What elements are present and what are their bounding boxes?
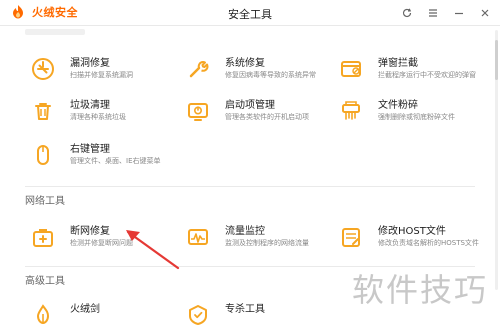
- tool-startup-manage[interactable]: 启动项管理 管理各类软件的开机启动项: [185, 94, 335, 134]
- wrench-icon: [189, 61, 209, 78]
- bug-shield-icon: [32, 58, 54, 80]
- app-window: 火绒安全 安全工具 漏洞修复 扫描并修复系统漏洞 系统修复 修复因病毒等导致的系…: [0, 0, 500, 329]
- section-title-advanced: 高级工具: [25, 276, 65, 287]
- tool-row: 漏洞修复 扫描并修复系统漏洞 系统修复 修复因病毒等导致的系统异常 弹窗拦截 拦…: [0, 52, 500, 96]
- section-title-system-partial: [25, 29, 85, 35]
- tool-row: 右键管理 管理文件、桌面、IE右键菜单: [0, 138, 500, 182]
- tool-desc: 修改负责域名解析的HOSTS文件: [378, 239, 479, 247]
- shredder-icon: [342, 101, 360, 120]
- tool-traffic-monitor[interactable]: 流量监控 监测及控制程序的网络流量: [185, 220, 335, 260]
- tool-title: 垃圾清理: [70, 100, 110, 111]
- tool-context-menu[interactable]: 右键管理 管理文件、桌面、IE右键菜单: [30, 138, 180, 178]
- tool-desc: 强制删除或彻底粉碎文件: [378, 113, 455, 121]
- titlebar: 火绒安全 安全工具: [0, 0, 500, 26]
- tool-title: 启动项管理: [225, 100, 275, 111]
- tool-desc: 检测并修复断网问题: [70, 239, 133, 247]
- tool-popup-block[interactable]: 弹窗拦截 拦截程序运行中不受欢迎的弹窗: [338, 52, 488, 92]
- minimize-icon[interactable]: [450, 4, 468, 22]
- scrollbar[interactable]: [495, 30, 498, 290]
- popup-block-icon: [341, 61, 361, 77]
- tool-desc: 拦截程序运行中不受欢迎的弹窗: [378, 71, 476, 79]
- tool-file-shred[interactable]: 文件粉碎 强制删除或彻底粉碎文件: [338, 94, 488, 134]
- tool-network-repair[interactable]: 断网修复 检测并修复断网问题: [30, 220, 180, 260]
- traffic-icon: [188, 229, 208, 245]
- tool-title: 断网修复: [70, 226, 110, 237]
- watermark-text: 软件技巧: [351, 271, 488, 309]
- tool-title: 系统修复: [225, 58, 265, 69]
- tool-title: 修改HOST文件: [378, 226, 446, 237]
- tool-vuln-fix[interactable]: 漏洞修复 扫描并修复系统漏洞: [30, 52, 180, 92]
- scrollbar-thumb[interactable]: [495, 40, 498, 80]
- section-title-network: 网络工具: [25, 196, 65, 207]
- tool-fire-sword[interactable]: 火绒剑: [30, 298, 180, 329]
- tool-title: 右键管理: [70, 144, 110, 155]
- section-divider: [25, 186, 475, 187]
- tool-title: 文件粉碎: [378, 100, 418, 111]
- host-file-icon: [342, 228, 360, 247]
- tool-row: 垃圾清理 清理各种系统垃圾 启动项管理 管理各类软件的开机启动项 文件粉碎 强制…: [0, 94, 500, 138]
- close-icon[interactable]: [476, 4, 494, 22]
- trash-icon: [35, 103, 51, 120]
- tool-system-repair[interactable]: 系统修复 修复因病毒等导致的系统异常: [185, 52, 335, 92]
- medkit-icon: [33, 229, 53, 247]
- mouse-icon: [37, 145, 49, 165]
- tool-row: 断网修复 检测并修复断网问题 流量监控 监测及控制程序的网络流量 修改HOST文…: [0, 220, 500, 264]
- window-controls: [398, 4, 494, 22]
- tool-special-kill[interactable]: 专杀工具: [185, 298, 335, 329]
- tool-desc: 扫描并修复系统漏洞: [70, 71, 133, 79]
- menu-icon[interactable]: [424, 4, 442, 22]
- tool-desc: 管理文件、桌面、IE右键菜单: [70, 157, 161, 165]
- refresh-icon[interactable]: [398, 4, 416, 22]
- tool-junk-clean[interactable]: 垃圾清理 清理各种系统垃圾: [30, 94, 180, 134]
- tool-title: 流量监控: [225, 226, 265, 237]
- startup-icon: [188, 103, 208, 121]
- tool-desc: 清理各种系统垃圾: [70, 113, 126, 121]
- tool-desc: 修复因病毒等导致的系统异常: [225, 71, 316, 79]
- kill-tool-icon: [189, 305, 207, 325]
- tool-edit-hosts[interactable]: 修改HOST文件 修改负责域名解析的HOSTS文件: [338, 220, 488, 260]
- tool-title: 火绒剑: [70, 304, 100, 315]
- tool-title: 专杀工具: [225, 304, 265, 315]
- tool-title: 弹窗拦截: [378, 58, 418, 69]
- flame-sword-icon: [36, 304, 50, 325]
- tool-title: 漏洞修复: [70, 58, 110, 69]
- tool-desc: 管理各类软件的开机启动项: [225, 113, 309, 121]
- tool-desc: 监测及控制程序的网络流量: [225, 239, 309, 247]
